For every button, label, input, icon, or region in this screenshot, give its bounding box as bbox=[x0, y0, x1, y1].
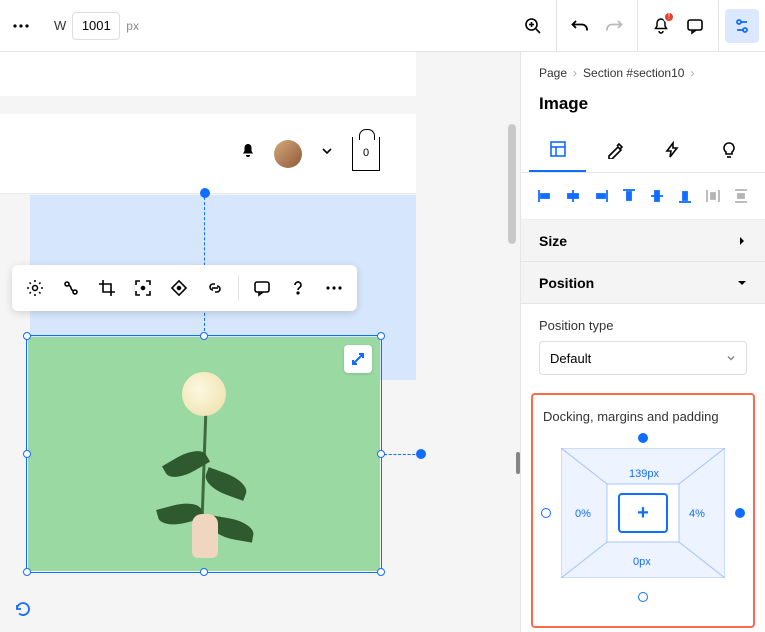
resize-handle-bl[interactable] bbox=[23, 568, 31, 576]
guide-anchor-right[interactable] bbox=[416, 449, 426, 459]
width-label: W bbox=[54, 18, 66, 33]
more-menu-button[interactable] bbox=[4, 9, 38, 43]
settings-button[interactable] bbox=[18, 271, 52, 305]
link-button[interactable] bbox=[198, 271, 232, 305]
canvas-top-strip bbox=[0, 52, 416, 96]
align-center-v-button[interactable] bbox=[647, 185, 667, 207]
alignment-row bbox=[521, 173, 765, 220]
margin-top-value[interactable]: 139px bbox=[629, 468, 659, 480]
tab-ideas[interactable] bbox=[700, 128, 757, 172]
panel-resize-handle[interactable] bbox=[516, 452, 520, 474]
resize-handle-tr[interactable] bbox=[377, 332, 385, 340]
top-toolbar-right: ! bbox=[510, 0, 765, 51]
position-section-header[interactable]: Position bbox=[521, 262, 765, 304]
chevron-down-icon bbox=[737, 275, 747, 291]
resize-handle-br[interactable] bbox=[377, 568, 385, 576]
size-section-header[interactable]: Size bbox=[521, 220, 765, 262]
inspector-panel: Page › Section #section10 › Image Size bbox=[520, 52, 765, 632]
site-header: 0 bbox=[0, 114, 416, 194]
position-type-label: Position type bbox=[539, 318, 747, 333]
tab-design[interactable] bbox=[586, 128, 643, 172]
chevron-down-icon[interactable] bbox=[320, 144, 334, 163]
guide-vertical bbox=[204, 192, 205, 336]
chevron-right-icon: › bbox=[690, 66, 694, 80]
crop-button[interactable] bbox=[90, 271, 124, 305]
guide-horizontal bbox=[384, 454, 420, 455]
help-button[interactable] bbox=[281, 271, 315, 305]
resize-handle-tm[interactable] bbox=[200, 332, 208, 340]
breadcrumb-section[interactable]: Section #section10 bbox=[583, 66, 684, 80]
canvas-area[interactable]: 0 bbox=[0, 52, 520, 632]
align-top-button[interactable] bbox=[619, 185, 639, 207]
position-type-select[interactable]: Default bbox=[539, 341, 747, 375]
comment-button[interactable] bbox=[245, 271, 279, 305]
align-right-button[interactable] bbox=[591, 185, 611, 207]
width-input[interactable] bbox=[72, 12, 120, 40]
resize-handle-bm[interactable] bbox=[200, 568, 208, 576]
avatar[interactable] bbox=[274, 140, 302, 168]
bell-icon[interactable] bbox=[240, 143, 256, 164]
comments-button[interactable] bbox=[678, 9, 712, 43]
margin-right-value[interactable]: 4% bbox=[689, 508, 705, 520]
shopping-bag-icon[interactable]: 0 bbox=[352, 137, 380, 171]
docking-panel-highlight: Docking, margins and padding + 139px 0px… bbox=[531, 393, 755, 628]
panel-title: Image bbox=[521, 86, 765, 128]
resize-handle-mr[interactable] bbox=[377, 450, 385, 458]
breadcrumb: Page › Section #section10 › bbox=[521, 52, 765, 86]
inspector-tabs bbox=[521, 128, 765, 173]
undo-button[interactable] bbox=[563, 9, 597, 43]
floating-toolbar bbox=[12, 265, 357, 311]
docking-widget: + 139px 0px 0% 4% bbox=[543, 438, 743, 608]
align-center-h-button[interactable] bbox=[563, 185, 583, 207]
inspector-toggle-button[interactable] bbox=[725, 9, 759, 43]
resize-handle-tl[interactable] bbox=[23, 332, 31, 340]
bag-count: 0 bbox=[363, 147, 369, 159]
toolbar-separator bbox=[238, 275, 239, 301]
main-area: 0 bbox=[0, 52, 765, 632]
dock-top-anchor[interactable] bbox=[638, 433, 648, 443]
distribute-h-button[interactable] bbox=[703, 185, 723, 207]
top-toolbar-left: W px bbox=[0, 9, 139, 43]
canvas-width-control: W px bbox=[54, 12, 139, 40]
align-bottom-button[interactable] bbox=[675, 185, 695, 207]
dock-left-anchor[interactable] bbox=[541, 508, 551, 518]
margin-bottom-value[interactable]: 0px bbox=[633, 556, 651, 568]
resize-handle-ml[interactable] bbox=[23, 450, 31, 458]
width-unit: px bbox=[126, 19, 139, 33]
focus-button[interactable] bbox=[126, 271, 160, 305]
breadcrumb-page[interactable]: Page bbox=[539, 66, 567, 80]
selection-outline bbox=[26, 335, 382, 573]
redo-button[interactable] bbox=[597, 9, 631, 43]
docking-label: Docking, margins and padding bbox=[543, 409, 743, 424]
more-actions-button[interactable] bbox=[317, 271, 351, 305]
tab-layout[interactable] bbox=[529, 128, 586, 172]
zoom-in-button[interactable] bbox=[516, 9, 550, 43]
tab-interactions[interactable] bbox=[643, 128, 700, 172]
position-type-value: Default bbox=[550, 351, 591, 366]
align-left-button[interactable] bbox=[535, 185, 555, 207]
padding-add-button[interactable]: + bbox=[618, 493, 668, 533]
scrollbar-thumb[interactable] bbox=[508, 124, 516, 244]
link-pieces-button[interactable] bbox=[54, 271, 88, 305]
margin-left-value[interactable]: 0% bbox=[575, 508, 591, 520]
guide-anchor-top[interactable] bbox=[200, 188, 210, 198]
chevron-right-icon: › bbox=[573, 66, 577, 80]
chevron-down-icon bbox=[726, 351, 736, 366]
notification-badge: ! bbox=[663, 11, 675, 23]
notifications-button[interactable]: ! bbox=[644, 9, 678, 43]
undo-floating-button[interactable] bbox=[6, 592, 40, 626]
animation-button[interactable] bbox=[162, 271, 196, 305]
top-toolbar: W px ! bbox=[0, 0, 765, 52]
position-label: Position bbox=[539, 275, 594, 291]
distribute-v-button[interactable] bbox=[731, 185, 751, 207]
chevron-right-icon bbox=[737, 233, 747, 249]
position-type-field: Position type Default bbox=[521, 304, 765, 393]
size-label: Size bbox=[539, 233, 567, 249]
dock-right-anchor[interactable] bbox=[735, 508, 745, 518]
dock-bottom-anchor[interactable] bbox=[638, 592, 648, 602]
